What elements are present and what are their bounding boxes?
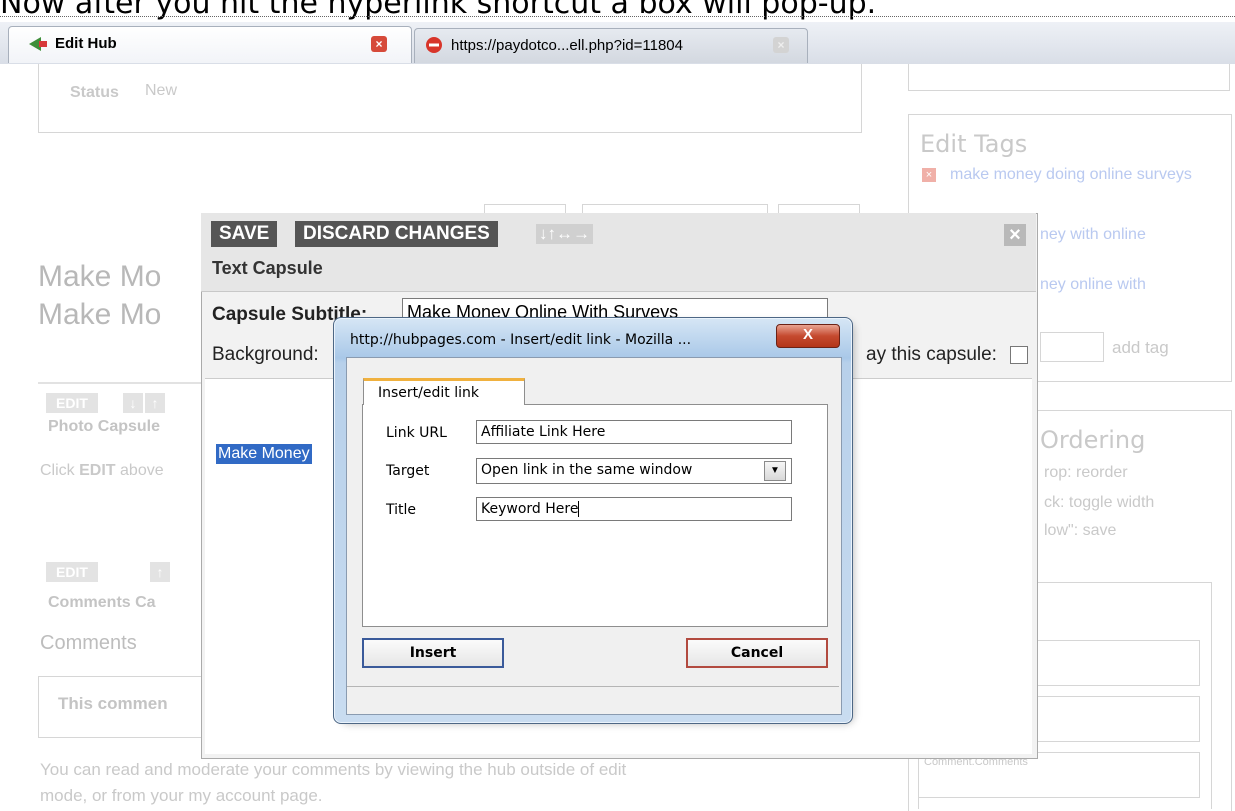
tag-link[interactable]: make money doing online surveys — [922, 166, 1222, 183]
caption-text: Now after you hit the hyperlink shortcut… — [0, 0, 877, 21]
cancel-button[interactable]: Cancel — [686, 638, 828, 668]
hub-title: Make Mo — [38, 260, 162, 293]
dialog-close-button[interactable]: X — [776, 324, 840, 348]
chevron-down-icon[interactable]: ▼ — [764, 461, 786, 481]
ordering-help: low": save — [1044, 522, 1117, 539]
close-tab-icon[interactable]: × — [773, 37, 789, 53]
move-up-icon[interactable]: ↑ — [150, 562, 170, 582]
tag-input[interactable] — [1040, 332, 1104, 362]
photo-capsule-label: Photo Capsule — [48, 418, 161, 435]
link-url-label: Link URL — [386, 425, 447, 441]
moderate-text: mode, or from your my account page. — [40, 786, 323, 805]
tag-link[interactable]: ney online with — [1040, 276, 1146, 294]
ordering-help: rop: reorder — [1044, 464, 1128, 481]
hub-title: Make Mo — [38, 298, 162, 331]
selected-text: Make Money — [216, 444, 312, 464]
photo-capsule-bar — [38, 382, 203, 384]
display-capsule-label: ay this capsule: — [866, 344, 997, 365]
discard-changes-button[interactable]: DISCARD CHANGES — [295, 221, 498, 247]
tab-title: Edit Hub — [55, 35, 117, 52]
status-label: Status — [70, 84, 119, 101]
target-select[interactable]: Open link in the same window — [476, 458, 792, 484]
move-down-icon[interactable]: ↓ — [123, 393, 143, 413]
target-selected-value: Open link in the same window — [481, 462, 693, 478]
text-cursor — [578, 501, 580, 517]
tab-edit-hub[interactable]: Edit Hub × — [8, 26, 412, 63]
status-value: New — [145, 82, 178, 99]
comment-text: This commen — [58, 694, 168, 713]
background-label: Background: — [212, 344, 319, 365]
no-entry-icon — [425, 36, 443, 59]
ordering-heading: Ordering — [1040, 426, 1146, 454]
tab-paydotcom[interactable]: https://paydotco...ell.php?id=11804 × — [414, 28, 808, 63]
hint-prefix: Click — [40, 462, 75, 479]
tag-link[interactable]: ney with online — [1040, 226, 1146, 244]
title-input[interactable]: Keyword Here — [476, 497, 792, 521]
edit-button[interactable]: EDIT — [46, 393, 98, 413]
close-tab-icon[interactable]: × — [371, 36, 387, 52]
arrow-controls-icon[interactable]: ↓↑↔→ — [536, 224, 593, 244]
hubpages-logo-icon — [27, 33, 49, 60]
moderate-text: You can read and moderate your comments … — [40, 760, 627, 779]
edit-tags-heading: Edit Tags — [920, 130, 1028, 158]
add-tag-button[interactable]: add tag — [1112, 338, 1169, 358]
title-input-value: Keyword Here — [481, 501, 579, 517]
dialog-title: http://hubpages.com - Insert/edit link -… — [350, 332, 692, 348]
right-panel-top — [908, 64, 1230, 91]
title-label: Title — [386, 502, 417, 518]
target-label: Target — [386, 463, 430, 479]
hint-bold: EDIT — [79, 462, 116, 479]
capsule-type: Text Capsule — [212, 258, 323, 278]
ordering-help: ck: toggle width — [1044, 494, 1155, 511]
hint-suffix: above — [120, 462, 164, 479]
divider — [0, 16, 1235, 17]
link-url-input[interactable]: Affiliate Link Here — [476, 420, 792, 444]
tab-insert-edit-link[interactable]: Insert/edit link — [363, 378, 525, 405]
insert-button[interactable]: Insert — [362, 638, 504, 668]
comments-capsule-label: Comments Ca — [48, 594, 156, 611]
dialog-status-bar — [347, 686, 839, 687]
tab-title: https://paydotco...ell.php?id=11804 — [451, 37, 683, 54]
display-checkbox[interactable] — [1010, 346, 1028, 364]
comments-heading: Comments — [40, 632, 137, 654]
click-edit-hint: Click EDIT above — [40, 462, 164, 480]
edit-button[interactable]: EDIT — [46, 562, 98, 582]
save-button[interactable]: SAVE — [211, 221, 278, 247]
close-capsule-button[interactable]: × — [1004, 224, 1026, 246]
move-up-icon[interactable]: ↑ — [145, 393, 165, 413]
